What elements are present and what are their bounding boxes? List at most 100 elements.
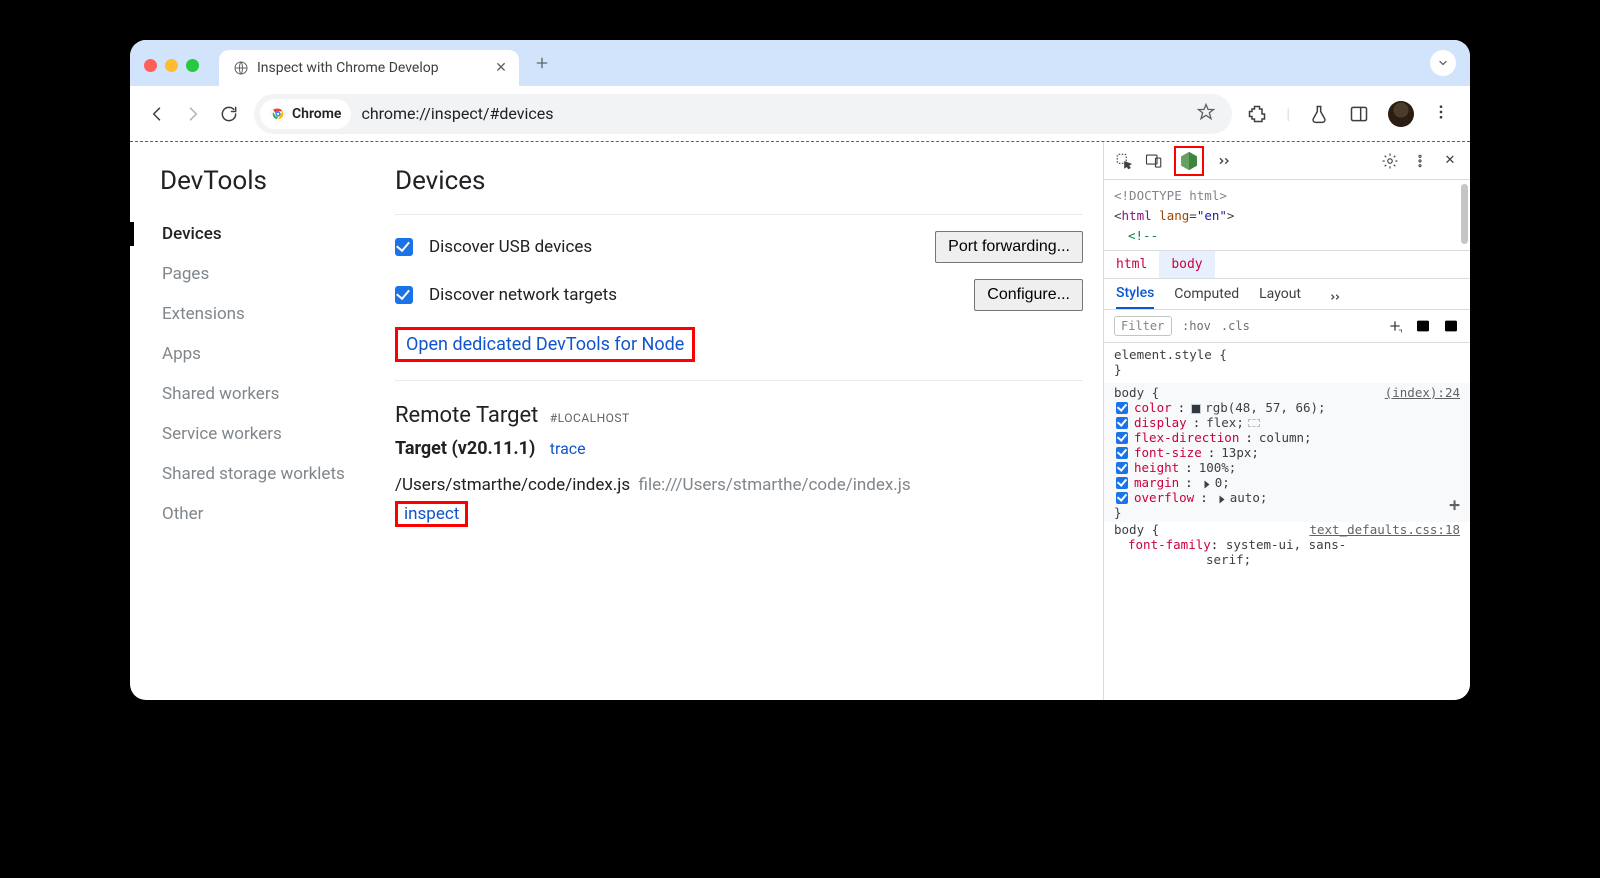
subtab-styles[interactable]: Styles bbox=[1116, 285, 1154, 309]
devtools-sidebar: DevTools Devices Pages Extensions Apps S… bbox=[160, 160, 395, 700]
side-panel-icon[interactable] bbox=[1348, 103, 1370, 125]
url[interactable]: chrome://inspect/#devices bbox=[361, 104, 1186, 123]
port-forwarding-button[interactable]: Port forwarding... bbox=[935, 231, 1083, 263]
dom-crumbs: html body bbox=[1104, 251, 1470, 279]
inspect-page: DevTools Devices Pages Extensions Apps S… bbox=[130, 142, 1104, 700]
main: DevTools Devices Pages Extensions Apps S… bbox=[130, 142, 1470, 700]
window-controls bbox=[144, 59, 199, 72]
browser-window: Inspect with Chrome Develop ✕ bbox=[130, 40, 1470, 700]
tab-strip: Inspect with Chrome Develop ✕ bbox=[130, 40, 1470, 86]
devices-heading: Devices bbox=[395, 166, 1083, 196]
devtools-panel: ✕ <!DOCTYPE html> <html lang="en"> <!-- … bbox=[1104, 142, 1470, 700]
network-row: Discover network targets Configure... bbox=[395, 279, 1083, 311]
discover-network-label: Discover network targets bbox=[429, 285, 617, 305]
open-node-devtools-link[interactable]: Open dedicated DevTools for Node bbox=[406, 334, 684, 355]
node-tab-highlight bbox=[1174, 146, 1204, 176]
profile-avatar[interactable] bbox=[1388, 101, 1414, 127]
devtools-tabs: ✕ bbox=[1104, 142, 1470, 180]
rule-body-defaults[interactable]: body {text_defaults.css:18 font-family: … bbox=[1114, 522, 1460, 567]
subtab-computed[interactable]: Computed bbox=[1174, 286, 1239, 308]
devtools-kebab-icon[interactable] bbox=[1410, 151, 1430, 171]
sidebar-item-shared-storage-worklets[interactable]: Shared storage worklets bbox=[160, 454, 385, 494]
remote-target-heading: Remote Target #LOCALHOST bbox=[395, 403, 1083, 428]
browser-tab[interactable]: Inspect with Chrome Develop ✕ bbox=[219, 50, 519, 86]
sidebar-item-service-workers[interactable]: Service workers bbox=[160, 414, 385, 454]
hov-toggle[interactable]: :hov bbox=[1182, 319, 1211, 333]
styles-toolbar: Filter :hov .cls bbox=[1104, 310, 1470, 343]
omnibox[interactable]: Chrome chrome://inspect/#devices bbox=[254, 94, 1232, 134]
sidebar-item-apps[interactable]: Apps bbox=[160, 334, 385, 374]
open-node-devtools-wrap: Open dedicated DevTools for Node bbox=[395, 327, 1083, 362]
bookmark-star[interactable] bbox=[1196, 102, 1216, 126]
device-toolbar-icon[interactable] bbox=[1144, 151, 1164, 171]
nodejs-icon[interactable] bbox=[1178, 150, 1200, 172]
discover-usb-checkbox[interactable] bbox=[395, 238, 413, 256]
devtools-body: <!DOCTYPE html> <html lang="en"> <!-- ht… bbox=[1104, 180, 1470, 700]
crumb-body[interactable]: body bbox=[1159, 251, 1214, 278]
sidebar-item-other[interactable]: Other bbox=[160, 494, 385, 534]
kebab-menu[interactable] bbox=[1432, 103, 1450, 125]
chrome-icon bbox=[270, 106, 286, 122]
computed-styles-icon[interactable] bbox=[1414, 317, 1432, 335]
remote-target: Target (v20.11.1) trace bbox=[395, 438, 1083, 459]
divider bbox=[395, 380, 1083, 381]
inspect-element-icon[interactable] bbox=[1114, 151, 1134, 171]
styles-filter[interactable]: Filter bbox=[1114, 316, 1172, 336]
prop-margin: margin:0; bbox=[1114, 475, 1460, 490]
subtab-layout[interactable]: Layout bbox=[1259, 286, 1301, 308]
prop-display: display:flex; bbox=[1114, 415, 1460, 430]
sidebar-item-pages[interactable]: Pages bbox=[160, 254, 385, 294]
trace-link[interactable]: trace bbox=[550, 439, 586, 458]
add-rule-plus[interactable]: + bbox=[1449, 495, 1460, 516]
reload-button[interactable] bbox=[218, 103, 240, 125]
sidebar-item-devices[interactable]: Devices bbox=[160, 214, 385, 254]
toolbar-right: | bbox=[1246, 101, 1454, 127]
new-style-rule-icon[interactable] bbox=[1386, 317, 1404, 335]
new-tab-button[interactable] bbox=[529, 50, 555, 76]
settings-gear-icon[interactable] bbox=[1380, 151, 1400, 171]
prop-color: color:rgb(48, 57, 66); bbox=[1114, 400, 1460, 415]
globe-icon bbox=[233, 60, 249, 76]
inspect-link[interactable]: inspect bbox=[404, 504, 459, 524]
usb-row: Discover USB devices Port forwarding... bbox=[395, 231, 1083, 263]
sidebar-item-shared-workers[interactable]: Shared workers bbox=[160, 374, 385, 414]
back-button[interactable] bbox=[146, 103, 168, 125]
styles-subtabs: Styles Computed Layout bbox=[1104, 279, 1470, 310]
target-path: /Users/stmarthe/code/index.js file:///Us… bbox=[395, 475, 1083, 495]
devtools-close-icon[interactable]: ✕ bbox=[1440, 151, 1460, 171]
configure-button[interactable]: Configure... bbox=[974, 279, 1083, 311]
tab-list-button[interactable] bbox=[1430, 50, 1456, 76]
discover-network-checkbox[interactable] bbox=[395, 286, 413, 304]
divider bbox=[395, 214, 1083, 215]
close-window[interactable] bbox=[144, 59, 157, 72]
more-tabs-icon[interactable] bbox=[1214, 151, 1234, 171]
rule-body-index[interactable]: body {(index):24 color:rgb(48, 57, 66); … bbox=[1104, 383, 1470, 522]
chip-label: Chrome bbox=[292, 106, 341, 122]
cls-toggle[interactable]: .cls bbox=[1221, 319, 1250, 333]
rule-element-style[interactable]: element.style { } bbox=[1114, 347, 1460, 377]
dom-tree[interactable]: <!DOCTYPE html> <html lang="en"> <!-- bbox=[1104, 180, 1470, 251]
labs-icon[interactable] bbox=[1308, 103, 1330, 125]
close-tab[interactable]: ✕ bbox=[493, 60, 509, 76]
sidebar-item-extensions[interactable]: Extensions bbox=[160, 294, 385, 334]
prop-height: height:100%; bbox=[1114, 460, 1460, 475]
prop-flex-direction: flex-direction:column; bbox=[1114, 430, 1460, 445]
inspect-wrap: inspect bbox=[395, 501, 1083, 527]
prop-font-size: font-size:13px; bbox=[1114, 445, 1460, 460]
fullscreen-window[interactable] bbox=[186, 59, 199, 72]
sidebar-title: DevTools bbox=[160, 166, 385, 196]
minimize-window[interactable] bbox=[165, 59, 178, 72]
devtools-scrollbar[interactable] bbox=[1461, 184, 1468, 244]
forward-button[interactable] bbox=[182, 103, 204, 125]
discover-usb-label: Discover USB devices bbox=[429, 237, 592, 257]
subtab-more-icon[interactable] bbox=[1325, 287, 1345, 307]
browser-toolbar: Chrome chrome://inspect/#devices | bbox=[130, 86, 1470, 142]
sidebar-nav: Devices Pages Extensions Apps Shared wor… bbox=[160, 214, 385, 534]
styles-pane[interactable]: element.style { } body {(index):24 color… bbox=[1104, 343, 1470, 700]
devices-page: Devices Discover USB devices Port forwar… bbox=[395, 160, 1103, 700]
sidebar-toggle-icon[interactable] bbox=[1442, 317, 1460, 335]
tab-title: Inspect with Chrome Develop bbox=[257, 60, 485, 76]
prop-overflow: overflow:auto; bbox=[1114, 490, 1460, 505]
extensions-icon[interactable] bbox=[1246, 103, 1268, 125]
crumb-html[interactable]: html bbox=[1104, 251, 1159, 278]
